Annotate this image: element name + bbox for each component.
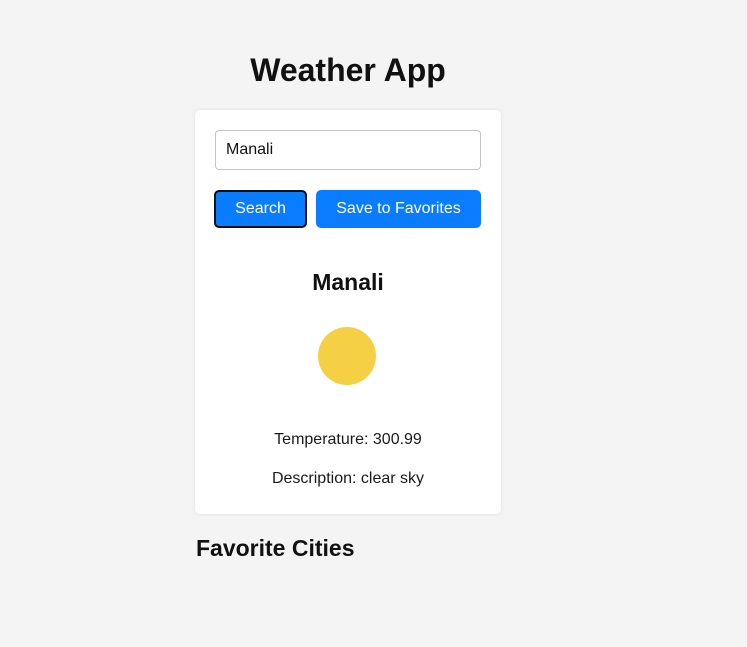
page-title: Weather App [250,52,446,88]
description-label: Description: [271,470,357,487]
sun-icon [318,327,376,385]
city-search-input[interactable] [215,130,481,170]
temperature-label: Temperature: [274,431,369,448]
favorites-heading: Favorite Cities [196,535,355,561]
save-to-favorites-button[interactable]: Save to Favorites [316,190,481,228]
weather-app: Weather App Search Save to Favorites Man… [0,0,747,647]
description-value: clear sky [360,470,425,487]
description-line: Description: clear sky [195,469,501,489]
city-name: Manali [312,269,384,295]
temperature-value: 300.99 [372,431,422,448]
search-button[interactable]: Search [214,190,307,228]
weather-card: Search Save to Favorites Manali Temperat… [195,110,501,514]
temperature-line: Temperature: 300.99 [195,430,501,450]
